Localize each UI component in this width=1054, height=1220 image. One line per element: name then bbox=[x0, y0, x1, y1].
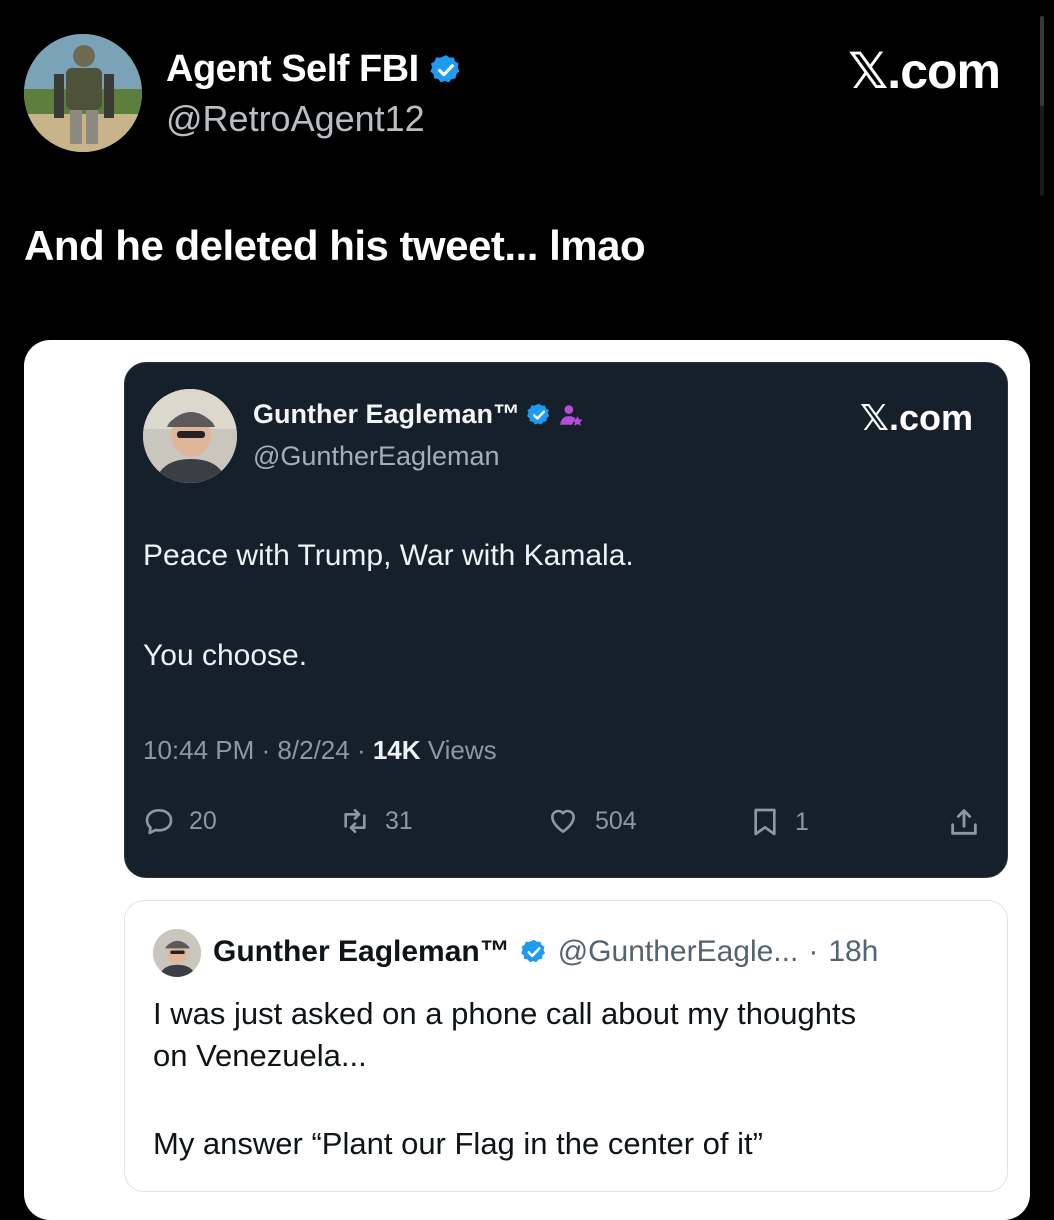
post-time: 10:44 PM bbox=[143, 735, 255, 765]
quoted-header: Gunther Eagleman™ @GuntherEagle... · 18h bbox=[213, 935, 878, 969]
repost-action: 31 bbox=[339, 805, 413, 837]
embedded-avatar-image bbox=[143, 389, 237, 483]
meta-separator: · bbox=[356, 735, 373, 765]
scrollbar-thumb[interactable] bbox=[1040, 16, 1044, 106]
embedded-avatar bbox=[143, 389, 237, 483]
quoted-avatar-image bbox=[153, 929, 201, 977]
views-label: Views bbox=[427, 735, 497, 765]
outer-post-header: Agent Self FBI @RetroAgent12 𝕏.com bbox=[24, 34, 1024, 154]
display-name[interactable]: Agent Self FBI bbox=[166, 48, 419, 91]
heart-icon bbox=[551, 809, 575, 833]
embedded-name-row: Gunther Eagleman™ bbox=[253, 399, 584, 430]
embedded-handle: @GuntherEagleman bbox=[253, 441, 500, 471]
post-date: 8/2/24 bbox=[277, 735, 350, 765]
embedded-tweet: Gunther Eagleman™ @GuntherEagleman 𝕏.com… bbox=[124, 362, 1008, 878]
like-action: 504 bbox=[545, 805, 637, 837]
post-text: And he deleted his tweet... lmao bbox=[24, 222, 646, 269]
quoted-handle: @GuntherEagle... bbox=[557, 935, 799, 968]
quoted-age: 18h bbox=[828, 935, 879, 968]
embedded-meta: 10:44 PM · 8/2/24 · 14K Views bbox=[143, 735, 497, 766]
quoted-text-line-1: I was just asked on a phone call about m… bbox=[153, 996, 857, 1031]
media-card[interactable]: Gunther Eagleman™ @GuntherEagleman 𝕏.com… bbox=[24, 340, 1030, 1220]
handle[interactable]: @RetroAgent12 bbox=[166, 98, 425, 140]
quoted-avatar bbox=[153, 929, 201, 977]
avatar[interactable] bbox=[24, 34, 142, 152]
quoted-display-name: Gunther Eagleman™ bbox=[213, 935, 510, 968]
reply-count: 20 bbox=[189, 806, 217, 835]
embedded-display-name: Gunther Eagleman™ bbox=[253, 399, 521, 429]
reply-action: 20 bbox=[143, 805, 217, 837]
share-action bbox=[947, 805, 981, 839]
bookmark-action: 1 bbox=[749, 805, 809, 839]
reply-icon bbox=[145, 809, 173, 835]
x-logo: 𝕏.com bbox=[848, 43, 1001, 99]
outer-name-row: Agent Self FBI bbox=[166, 48, 463, 91]
views-count: 14K bbox=[372, 735, 421, 765]
bookmark-icon bbox=[754, 808, 776, 836]
repost-icon bbox=[344, 809, 366, 833]
embedded-text-line-2: You choose. bbox=[143, 639, 308, 672]
x-logo: 𝕏.com bbox=[859, 397, 973, 438]
avatar-image bbox=[24, 34, 142, 152]
quoted-text-line-3: My answer “Plant our Flag in the center … bbox=[153, 1126, 763, 1161]
verified-badge-icon bbox=[527, 403, 550, 425]
repost-count: 31 bbox=[385, 806, 413, 835]
meta-separator: · bbox=[808, 935, 819, 968]
verified-badge-icon bbox=[520, 939, 545, 963]
quoted-tweet: Gunther Eagleman™ @GuntherEagle... · 18h… bbox=[124, 900, 1008, 1192]
affiliate-badge-icon bbox=[560, 404, 583, 426]
meta-separator: · bbox=[261, 735, 278, 765]
like-count: 504 bbox=[595, 806, 637, 835]
verified-badge-icon bbox=[429, 54, 460, 82]
quoted-text-line-2: on Venezuela... bbox=[153, 1038, 367, 1073]
bookmark-count: 1 bbox=[795, 807, 809, 836]
share-icon bbox=[951, 809, 977, 835]
embedded-text-line-1: Peace with Trump, War with Kamala. bbox=[143, 539, 634, 572]
